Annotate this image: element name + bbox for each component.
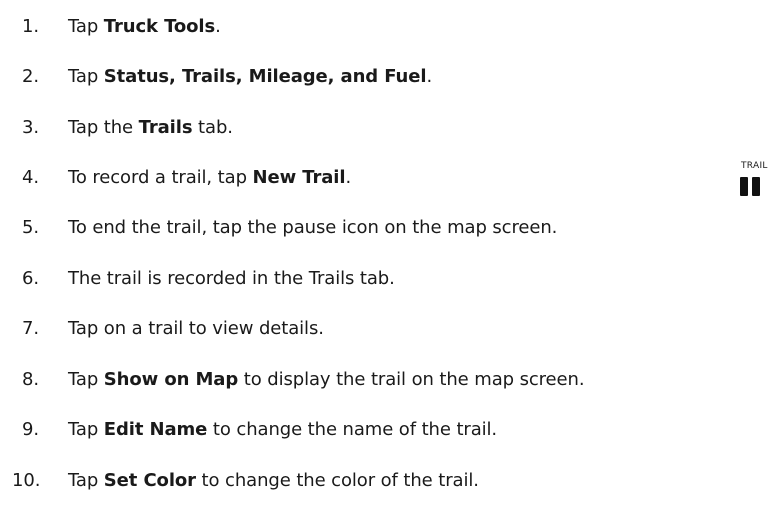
step-text: To record a trail, tap New Trail. xyxy=(68,167,351,188)
step-text-pre: Tap xyxy=(68,65,104,87)
step-text-bold: Set Color xyxy=(103,469,196,491)
step-text-bold: Status, Trails, Mileage, and Fuel xyxy=(103,65,427,87)
step-text: To end the trail, tap the pause icon on … xyxy=(68,217,557,238)
step-text-pre: Tap xyxy=(68,368,104,390)
step-text-pre: Tap xyxy=(68,418,104,440)
step-text-bold: Show on Map xyxy=(103,368,239,390)
step-number: 2. xyxy=(22,65,39,87)
step-text: Tap Edit Name to change the name of the … xyxy=(68,419,497,440)
pause-icon xyxy=(740,177,761,196)
pause-bar-right xyxy=(752,177,760,196)
step-number: 10. xyxy=(12,469,41,491)
step-3: 3. Tap the Trails tab. xyxy=(0,112,233,142)
step-7: 7. Tap on a trail to view details. xyxy=(0,313,324,343)
step-text: Tap on a trail to view details. xyxy=(68,317,324,339)
step-text-post: . xyxy=(426,65,433,87)
step-text: Tap Truck Tools. xyxy=(68,16,221,37)
instruction-list: 1. Tap Truck Tools. 2. Tap Status, Trail… xyxy=(0,0,784,509)
step-number: 9. xyxy=(22,418,39,440)
step-text-bold: Edit Name xyxy=(103,418,208,440)
step-6: 6. The trail is recorded in the Trails t… xyxy=(0,263,395,293)
step-text: The trail is recorded in the Trails tab. xyxy=(68,267,395,289)
step-text-post: to change the color of the trail. xyxy=(195,469,479,491)
step-9: 9. Tap Edit Name to change the name of t… xyxy=(0,414,497,444)
step-number: 7. xyxy=(22,317,39,339)
step-text-post: to change the name of the trail. xyxy=(207,418,498,440)
step-10: 10. Tap Set Color to change the color of… xyxy=(0,465,479,495)
trail-pause-icon: TRAIL xyxy=(728,161,776,201)
step-number: 6. xyxy=(22,267,39,289)
step-text: Tap Status, Trails, Mileage, and Fuel. xyxy=(68,66,432,87)
step-4: 4. To record a trail, tap New Trail. xyxy=(0,162,351,192)
pause-bar-left xyxy=(740,177,748,196)
step-text-pre: To record a trail, tap xyxy=(68,166,253,188)
step-1: 1. Tap Truck Tools. xyxy=(0,11,221,41)
step-text-post: tab. xyxy=(192,116,233,138)
step-number: 3. xyxy=(22,116,39,138)
step-text-pre: Tap the xyxy=(68,116,139,138)
step-text-pre: To end the trail, tap the pause icon on … xyxy=(68,216,558,238)
step-number: 4. xyxy=(22,166,39,188)
step-text-bold: New Trail xyxy=(252,166,346,188)
step-text: Tap the Trails tab. xyxy=(68,117,233,138)
step-text-pre: Tap xyxy=(68,15,104,37)
step-text-post: . xyxy=(215,15,221,37)
step-number: 8. xyxy=(22,368,39,390)
step-text: Tap Show on Map to display the trail on … xyxy=(68,368,585,390)
step-text-post: . xyxy=(345,166,352,188)
step-5: 5. To end the trail, tap the pause icon … xyxy=(0,212,557,242)
step-number: 5. xyxy=(22,216,39,238)
step-text-bold: Trails xyxy=(138,116,193,138)
step-number: 1. xyxy=(22,15,39,37)
step-2: 2. Tap Status, Trails, Mileage, and Fuel… xyxy=(0,61,432,91)
step-text: Tap Set Color to change the color of the… xyxy=(68,470,479,491)
trail-label: TRAIL xyxy=(741,161,768,171)
step-text-post: to display the trail on the map screen. xyxy=(238,368,585,390)
step-8: 8. Tap Show on Map to display the trail … xyxy=(0,364,585,394)
step-text-pre: Tap xyxy=(68,469,104,491)
step-text-bold: Truck Tools xyxy=(103,15,216,37)
